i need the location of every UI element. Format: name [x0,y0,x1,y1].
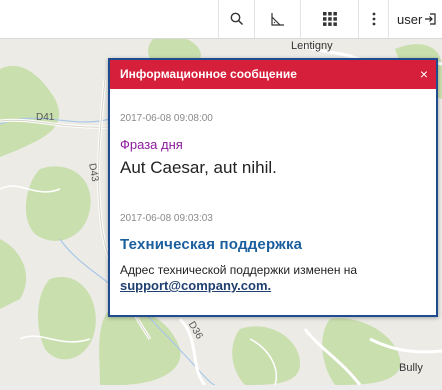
map-label-town: Lentigny [291,40,333,52]
info-message-dialog: Информационное сообщение × 2017-06-08 09… [108,58,438,317]
message-date: 2017-06-08 09:03:03 [120,213,213,224]
support-email-link[interactable]: support@company.com. [120,278,271,293]
message-item: 2017-06-08 09:08:00 [120,113,426,124]
dialog-header: Информационное сообщение × [110,60,436,89]
user-name: user [397,11,423,27]
message-title: Техническая поддержка [120,236,303,253]
apps-grid-button[interactable] [300,0,358,38]
message-item: Техническая поддержка [120,236,426,253]
top-toolbar: user [0,0,442,39]
more-menu-button[interactable] [358,0,388,38]
grid-apps-icon [322,12,337,26]
measure-icon [270,13,284,26]
user-menu-button[interactable]: user [388,0,442,38]
login-icon [425,13,436,25]
measure-button[interactable] [254,0,300,38]
more-vert-icon [372,12,375,26]
message-item: Aut Caesar, aut nihil. [120,158,426,178]
search-button[interactable] [218,0,254,38]
map-label-road: D41 [36,112,55,123]
close-icon[interactable]: × [420,60,428,89]
map-label-town: Bully [399,362,423,374]
message-item: 2017-06-08 09:03:03 [120,213,426,224]
message-body: Aut Caesar, aut nihil. [120,158,277,177]
message-date: 2017-06-08 09:08:00 [120,113,213,124]
message-title: Фраза дня [120,137,183,152]
search-icon [230,12,243,26]
message-item: Адрес технической поддержки изменен на s… [120,263,426,294]
message-item: Фраза дня [120,137,426,152]
message-body: Адрес технической поддержки изменен на [120,263,358,277]
dialog-title: Информационное сообщение [120,67,297,81]
